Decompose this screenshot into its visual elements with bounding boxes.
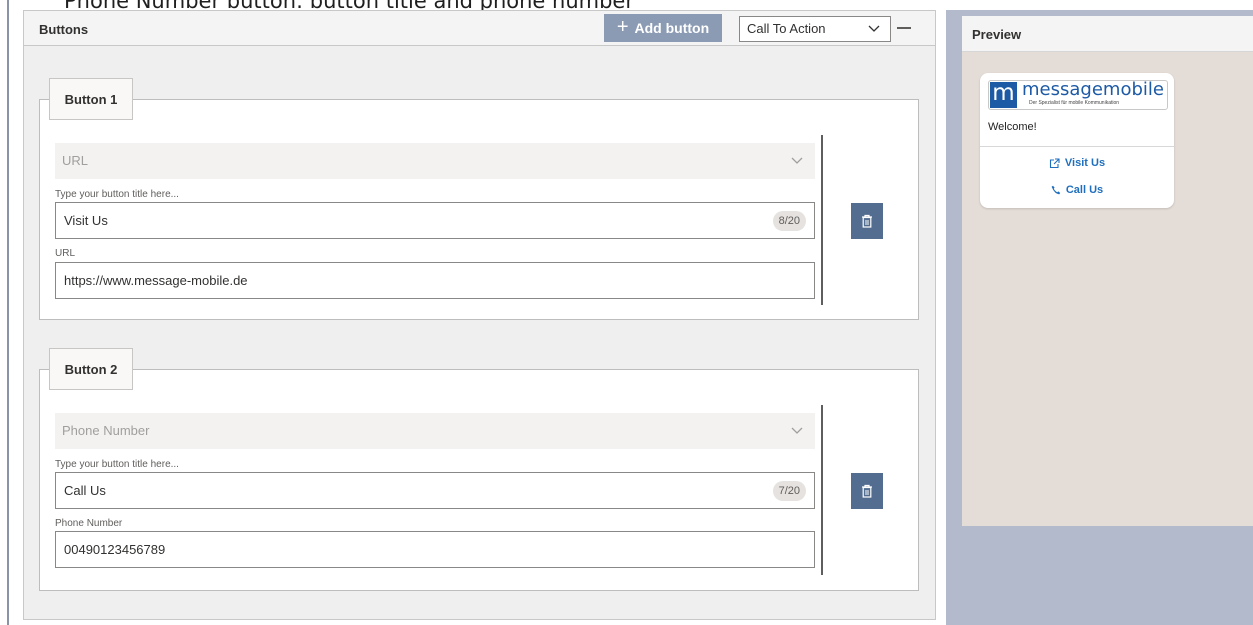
- character-counter: 8/20: [772, 211, 806, 231]
- button-type-value: Phone Number: [62, 423, 150, 438]
- vertical-separator: [821, 405, 823, 575]
- button-title-label: Type your button title here...: [55, 459, 179, 470]
- message-divider: [980, 146, 1174, 147]
- collapse-icon[interactable]: [897, 27, 911, 29]
- button-title-value: Visit Us: [64, 213, 108, 228]
- preview-action-label: Visit Us: [1064, 157, 1106, 169]
- url-value: https://www.message-mobile.de: [64, 273, 248, 288]
- left-divider: [7, 0, 9, 625]
- button-card-2: Phone Number Type your button title here…: [39, 369, 919, 591]
- preview-area: Preview m messagemobile Der Spezialist f…: [946, 10, 1253, 625]
- trash-icon: [862, 484, 872, 498]
- url-label: URL: [55, 248, 76, 259]
- preview-action-call-us[interactable]: Call Us: [980, 182, 1174, 198]
- button-1-legend: Button 1: [49, 78, 133, 120]
- preview-panel: Preview m messagemobile Der Spezialist f…: [962, 16, 1253, 526]
- brand-logo: m messagemobile Der Spezialist für mobil…: [988, 79, 1168, 110]
- phone-number-value: 00490123456789: [64, 542, 166, 557]
- chevron-down-icon: [791, 157, 803, 164]
- button-type-select[interactable]: Phone Number: [55, 413, 815, 449]
- chevron-down-icon: [868, 25, 880, 32]
- preview-action-label: Call Us: [1065, 184, 1104, 196]
- plus-icon: +: [616, 16, 629, 38]
- preview-header: Preview: [962, 16, 1253, 52]
- phone-icon: [1051, 185, 1061, 195]
- button-type-select[interactable]: URL: [55, 143, 815, 179]
- button-title-label: Type your button title here...: [55, 189, 179, 200]
- add-button-label: Add button: [634, 20, 710, 36]
- phone-number-label: Phone Number: [55, 518, 123, 529]
- buttons-panel-title: Buttons: [39, 22, 89, 37]
- delete-button[interactable]: [851, 473, 883, 509]
- buttons-panel: Buttons + Add button Call To Action URL …: [23, 10, 936, 620]
- message-text: Welcome!: [988, 121, 1037, 133]
- vertical-separator: [821, 135, 823, 305]
- button-title-input[interactable]: Visit Us 8/20: [55, 202, 815, 239]
- button-type-value: URL: [62, 153, 89, 168]
- preview-action-visit-us[interactable]: Visit Us: [980, 155, 1174, 171]
- external-link-icon: [1049, 157, 1060, 168]
- chevron-down-icon: [791, 427, 803, 434]
- button-card-1: URL Type your button title here... Visit…: [39, 99, 919, 320]
- action-type-value: Call To Action: [747, 21, 826, 36]
- message-card: m messagemobile Der Spezialist für mobil…: [980, 73, 1174, 208]
- buttons-panel-header: Buttons + Add button Call To Action: [24, 11, 935, 46]
- logo-wordmark: messagemobile: [1022, 79, 1164, 100]
- url-input[interactable]: https://www.message-mobile.de: [55, 262, 815, 299]
- character-counter: 7/20: [772, 481, 806, 501]
- button-title-value: Call Us: [64, 483, 106, 498]
- logo-tagline: Der Spezialist für mobile Kommunikation: [1029, 100, 1120, 106]
- add-button[interactable]: + Add button: [604, 14, 722, 42]
- phone-number-input[interactable]: 00490123456789: [55, 531, 815, 568]
- button-2-legend: Button 2: [49, 348, 133, 390]
- delete-button[interactable]: [851, 203, 883, 239]
- trash-icon: [862, 214, 872, 228]
- preview-title: Preview: [972, 27, 1022, 42]
- action-type-select[interactable]: Call To Action: [739, 16, 891, 42]
- button-title-input[interactable]: Call Us 7/20: [55, 472, 815, 509]
- logo-letter: m: [990, 82, 1017, 108]
